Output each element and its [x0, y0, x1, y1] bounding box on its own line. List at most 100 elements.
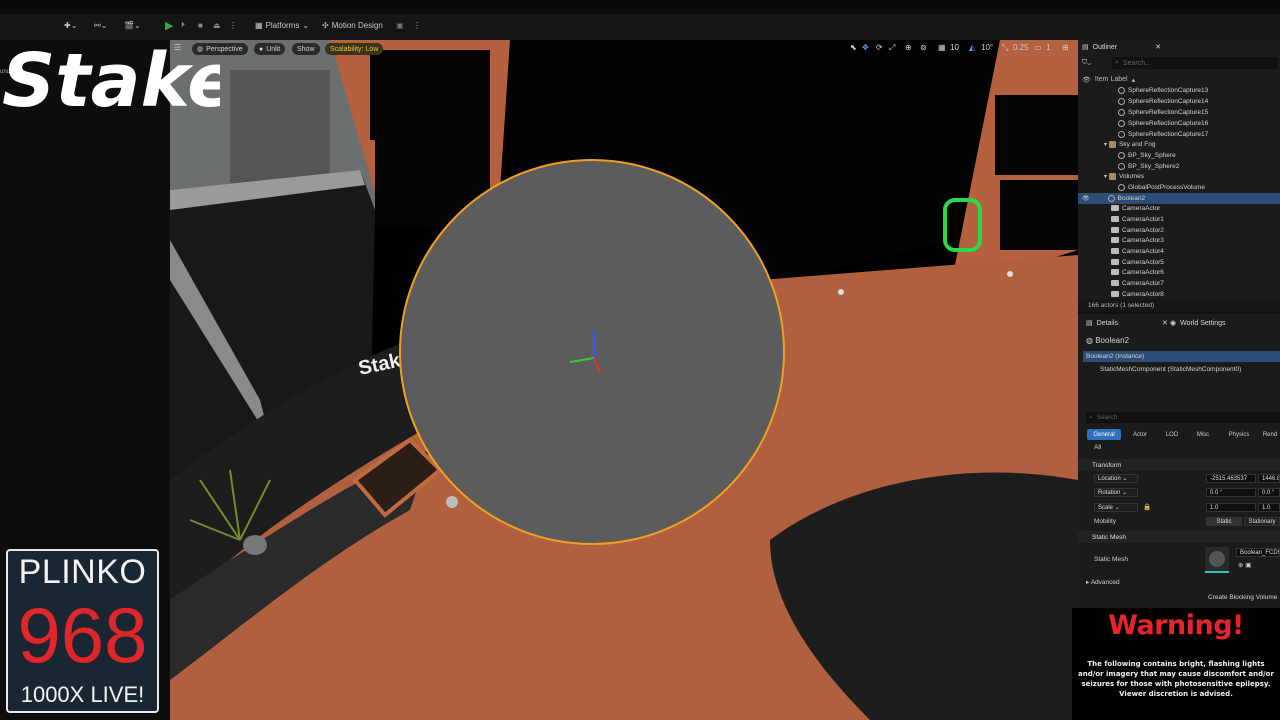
- view-mode-button[interactable]: ● Unlit: [254, 43, 286, 55]
- details-search-placeholder: Search: [1096, 414, 1118, 421]
- filter-button[interactable]: ⛉⌄: [1082, 57, 1091, 69]
- outliner-search-input[interactable]: ⌕ Search...: [1112, 57, 1278, 69]
- grid-snap-icon[interactable]: ▦: [938, 43, 946, 52]
- mobility-static-button[interactable]: Static: [1206, 517, 1242, 526]
- outliner-row[interactable]: SphereReflectionCapture16: [1078, 118, 1280, 129]
- details-search-input[interactable]: ⌕ Search: [1086, 412, 1280, 423]
- filter-tab-physics[interactable]: Physics: [1222, 429, 1256, 440]
- outliner-row[interactable]: CameraActor: [1078, 203, 1280, 214]
- component-label[interactable]: StaticMeshComponent (StaticMeshComponent…: [1100, 366, 1241, 373]
- outliner-tab-label: Outliner: [1092, 43, 1118, 51]
- rotation-y-field[interactable]: 0.0 °: [1258, 488, 1280, 497]
- scale-x-field[interactable]: 1.0: [1206, 503, 1256, 512]
- translate-mode-icon[interactable]: ✥: [862, 43, 869, 52]
- browse-asset-icon[interactable]: ⊕ ▣: [1238, 561, 1251, 569]
- scale-snap-value[interactable]: 0.25: [1013, 43, 1029, 52]
- camera-speed-value[interactable]: 1: [1046, 43, 1050, 52]
- world-space-icon[interactable]: ⊕: [905, 43, 912, 52]
- select-mode-icon[interactable]: ⬉: [850, 43, 857, 52]
- transform-label: Transform: [1092, 461, 1122, 469]
- level-viewport[interactable]: Stake ☰ ◍ Perspective ● Unlit Show Scalabi…: [170, 40, 1078, 720]
- extra-tools-icon[interactable]: ▣: [396, 17, 404, 33]
- plant-pot: [243, 535, 267, 555]
- close-icon[interactable]: ✕: [1162, 319, 1168, 327]
- scalability-label: Scalability: Low: [330, 45, 379, 53]
- expand-arrow-icon[interactable]: ▾: [1104, 173, 1107, 180]
- filter-tab-lod[interactable]: LOD: [1158, 429, 1186, 440]
- filter-tab-general[interactable]: General: [1087, 429, 1121, 440]
- rotation-dropdown[interactable]: Rotation ⌄: [1094, 488, 1138, 497]
- filter-tab-rendering[interactable]: Rend: [1260, 429, 1280, 440]
- motion-design-icon: ✣: [322, 20, 329, 30]
- filter-tab-misc[interactable]: Misc: [1190, 429, 1216, 440]
- motion-design-button[interactable]: ✣ Motion Design: [322, 17, 383, 33]
- outliner-row[interactable]: CameraActor4: [1078, 246, 1280, 257]
- scalability-badge[interactable]: Scalability: Low: [325, 43, 384, 55]
- play-menu-icon[interactable]: ⋮: [229, 17, 237, 33]
- outliner-folder-row[interactable]: ▾ Volumes: [1078, 171, 1280, 182]
- outliner-row[interactable]: BP_Sky_Sphere: [1078, 150, 1280, 161]
- location-x-field[interactable]: -2515.463537: [1206, 474, 1256, 483]
- outliner-tab[interactable]: ▤ Outliner ✕: [1082, 41, 1161, 53]
- static-mesh-picker[interactable]: Boolean_FCD90: [1236, 548, 1280, 557]
- scale-y-field[interactable]: 1.0: [1258, 503, 1280, 512]
- visibility-icon: 👁: [1082, 76, 1091, 84]
- grid-snap-value[interactable]: 10: [950, 43, 959, 52]
- viewport-scene: Stake: [170, 40, 1078, 720]
- platforms-menu[interactable]: ▦ Platforms ⌄: [255, 17, 309, 33]
- stake-logo: Stake: [2, 38, 220, 124]
- show-button[interactable]: Show: [292, 43, 320, 55]
- outliner-row[interactable]: CameraActor1: [1078, 214, 1280, 225]
- instance-label: Boolean2 (Instance): [1086, 353, 1145, 360]
- blueprint-actor-icon: [1118, 162, 1125, 170]
- world-settings-tab[interactable]: ◉ World Settings: [1170, 317, 1226, 329]
- outliner-row-label: Boolean2: [1117, 194, 1146, 202]
- scale-mode-icon[interactable]: ⤢: [889, 43, 895, 53]
- outliner-row[interactable]: GlobalPostProcessVolume: [1078, 182, 1280, 193]
- outliner-row[interactable]: SphereReflectionCapture14: [1078, 96, 1280, 107]
- advanced-section[interactable]: ▸ Advanced: [1086, 578, 1120, 586]
- search-icon: ⌕: [1115, 59, 1119, 66]
- static-mesh-section[interactable]: Static Mesh: [1078, 531, 1280, 543]
- transform-section[interactable]: Transform: [1078, 459, 1280, 471]
- reflection-capture-icon: [1118, 86, 1125, 94]
- camera-icon: [1111, 227, 1119, 234]
- location-dropdown[interactable]: Location ⌄: [1094, 474, 1138, 483]
- outliner-row[interactable]: SphereReflectionCapture13: [1078, 85, 1280, 96]
- outliner-row[interactable]: CameraActor6: [1078, 267, 1280, 278]
- outliner-row-label: SphereReflectionCapture14: [1128, 97, 1209, 105]
- platforms-label: Platforms: [265, 20, 300, 30]
- filter-tab-actor[interactable]: Actor: [1126, 429, 1154, 440]
- mobility-stationary-button[interactable]: Stationary: [1244, 517, 1280, 526]
- static-mesh-thumbnail[interactable]: [1205, 547, 1229, 573]
- details-tab[interactable]: ▤ Details ✕: [1086, 317, 1168, 329]
- outliner-row[interactable]: CameraActor3: [1078, 235, 1280, 246]
- filter-tab-all[interactable]: All: [1094, 444, 1101, 451]
- location-y-field[interactable]: 1446.83: [1258, 474, 1280, 483]
- actor-name-field[interactable]: ◍ Boolean2: [1086, 336, 1129, 345]
- motion-design-label: Motion Design: [331, 20, 383, 30]
- rotation-x-field[interactable]: 0.0 °: [1206, 488, 1256, 497]
- more-options-icon[interactable]: ⋮: [413, 17, 421, 33]
- camera-speed-icon[interactable]: ▭: [1034, 43, 1042, 52]
- rotate-mode-icon[interactable]: ⟳: [876, 43, 883, 52]
- scale-snap-icon[interactable]: ⤡: [1002, 43, 1008, 53]
- expand-arrow-icon[interactable]: ▾: [1104, 141, 1107, 148]
- location-label: Location: [1098, 475, 1121, 482]
- scale-dropdown[interactable]: Scale ⌄: [1094, 503, 1138, 512]
- angle-snap-icon[interactable]: ◭: [969, 43, 975, 52]
- outliner-row-label: BP_Sky_Sphere: [1128, 151, 1176, 159]
- surface-snap-icon[interactable]: ⊚: [920, 43, 927, 52]
- create-blocking-volume-button[interactable]: Create Blocking Volume ⌄: [1208, 593, 1280, 601]
- outliner-icon: ▤: [1082, 44, 1089, 51]
- outliner-row[interactable]: CameraActor7: [1078, 278, 1280, 289]
- close-icon[interactable]: ✕: [1155, 43, 1161, 51]
- angle-snap-value[interactable]: 10°: [981, 43, 993, 52]
- outliner-folder-row[interactable]: ▾ Sky and Fog: [1078, 139, 1280, 150]
- create-blocking-label: Create Blocking Volume: [1208, 594, 1278, 601]
- layout-icon[interactable]: ⊞: [1062, 43, 1069, 52]
- visibility-eye-icon[interactable]: 👁: [1082, 195, 1090, 202]
- lock-scale-icon[interactable]: 🔒: [1143, 503, 1151, 511]
- outliner-column-header[interactable]: 👁 Item Label ▴: [1082, 74, 1278, 85]
- outliner-row[interactable]: SphereReflectionCapture15: [1078, 107, 1280, 118]
